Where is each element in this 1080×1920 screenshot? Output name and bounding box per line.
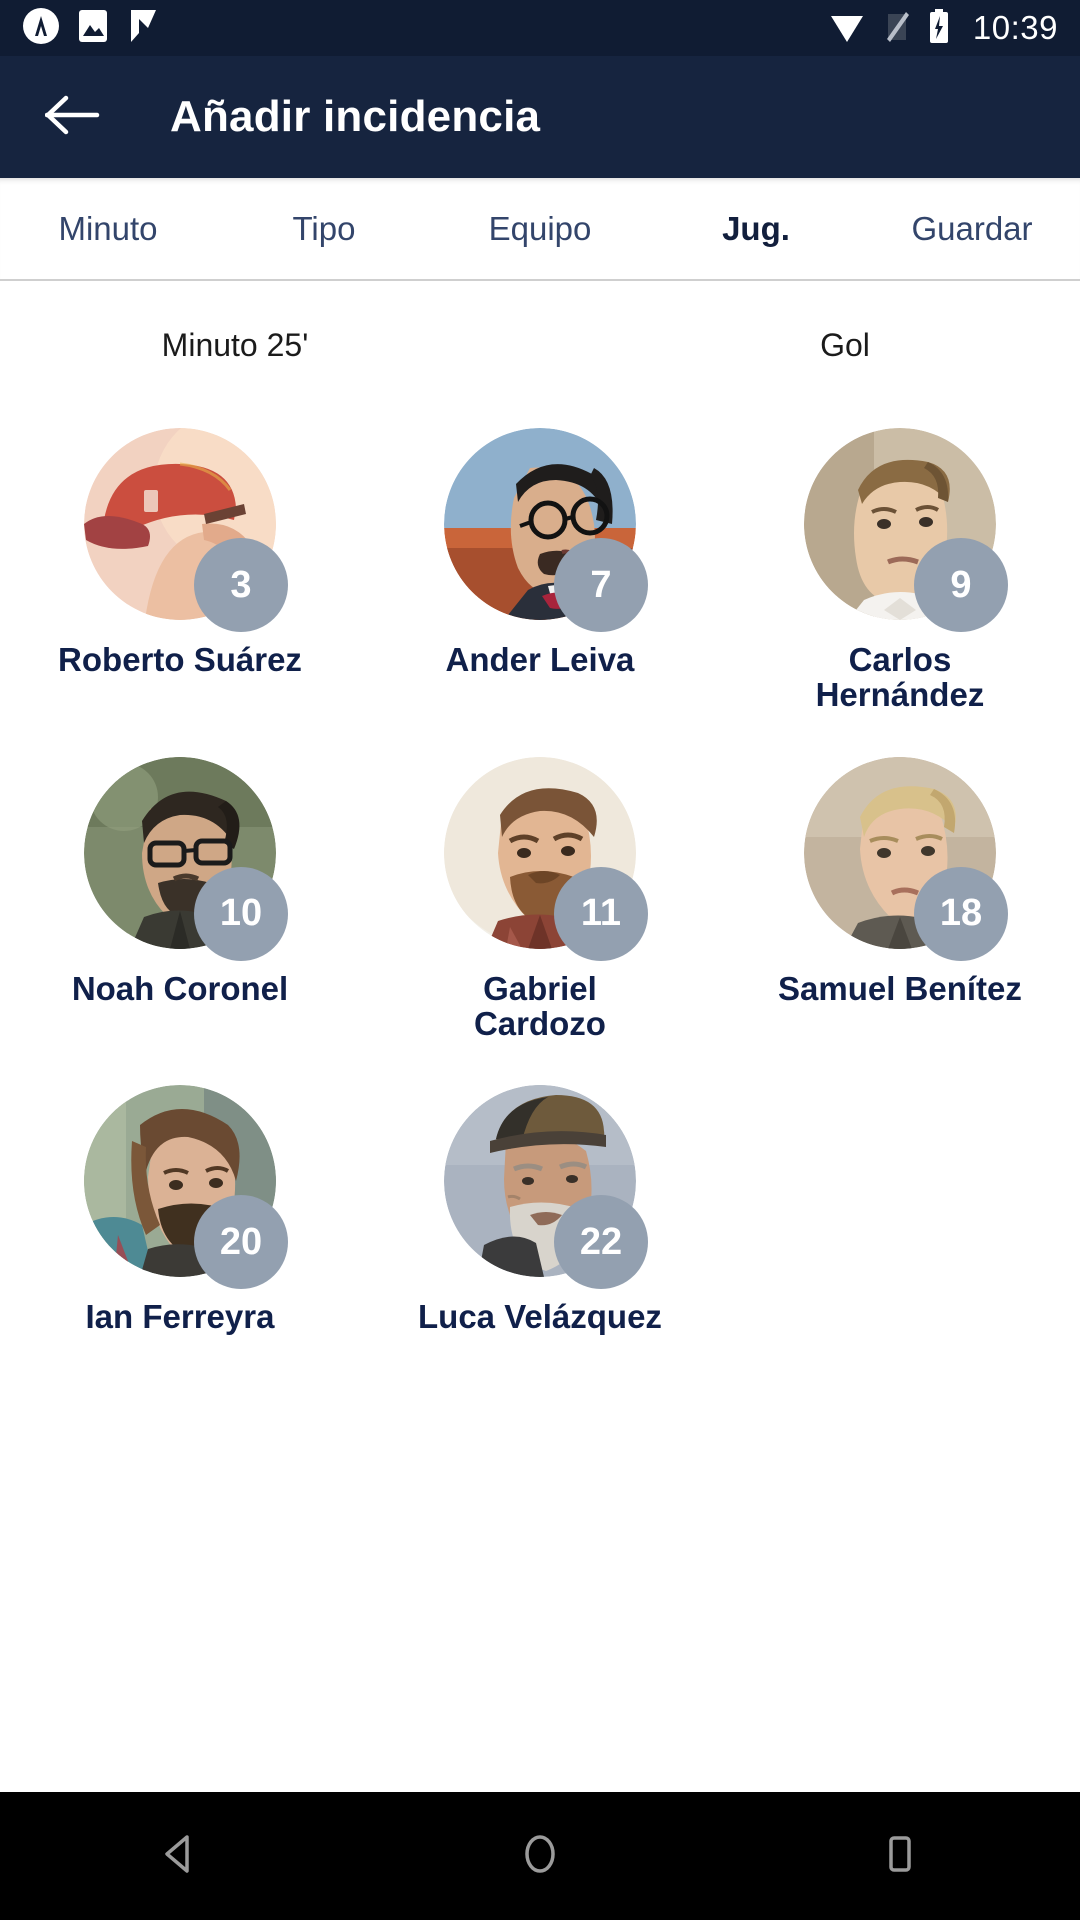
incident-summary: Minuto 25' Gol <box>0 281 1080 376</box>
app-badge-icon <box>22 7 60 50</box>
battery-charging-icon <box>927 7 951 50</box>
image-icon <box>76 7 110 50</box>
summary-type: Gol <box>820 327 870 363</box>
phone-screen: 10:39 Añadir incidencia Minuto Tipo Equi… <box>0 0 1080 1920</box>
status-bar-left-icons <box>22 7 160 50</box>
tab-minuto[interactable]: Minuto <box>0 192 216 266</box>
nav-back-button[interactable] <box>100 1806 260 1906</box>
nav-back-icon <box>157 1831 203 1882</box>
player-card[interactable]: 11 Gabriel Cardozo <box>360 713 720 1042</box>
player-name: Samuel Benítez <box>777 969 1022 1007</box>
player-name: Carlos Hernández <box>815 641 985 714</box>
tab-bar: Minuto Tipo Equipo Jug. Guardar <box>0 178 1080 281</box>
summary-minute: Minuto 25' <box>161 327 309 363</box>
player-number-badge: 18 <box>913 866 1008 961</box>
player-name: Noah Coronel <box>71 969 289 1007</box>
nav-home-icon <box>517 1831 563 1882</box>
avatar-wrapper: 20 <box>83 1085 288 1290</box>
avatar-wrapper: 10 <box>83 756 288 961</box>
player-number-badge: 10 <box>193 866 288 961</box>
status-bar: 10:39 <box>0 0 1080 56</box>
avatar-wrapper: 9 <box>803 428 1008 632</box>
player-number-badge: 20 <box>193 1195 288 1290</box>
player-number-badge: 7 <box>553 538 648 632</box>
player-number-badge: 22 <box>553 1195 648 1290</box>
player-card[interactable]: 18 Samuel Benítez <box>720 713 1080 1042</box>
player-number-badge: 3 <box>193 538 288 632</box>
player-name: Luca Velázquez <box>418 1298 662 1336</box>
nav-home-button[interactable] <box>460 1806 620 1906</box>
player-grid: 3 Roberto Suárez 7 Ander Leiva 9 Carlos … <box>0 376 1080 1334</box>
player-name: Roberto Suárez <box>58 641 302 678</box>
avatar-wrapper: 18 <box>803 756 1008 961</box>
player-card[interactable]: 3 Roberto Suárez <box>0 384 360 713</box>
signal-off-icon <box>883 8 911 49</box>
player-number-badge: 9 <box>913 538 1008 632</box>
nav-recents-button[interactable] <box>820 1806 980 1906</box>
back-button[interactable] <box>36 80 110 154</box>
player-name: Gabriel Cardozo <box>473 969 606 1042</box>
player-name: Ian Ferreyra <box>85 1298 275 1336</box>
checkmark-flag-icon <box>126 7 160 50</box>
avatar-wrapper: 22 <box>443 1085 648 1290</box>
system-navigation-bar <box>0 1792 1080 1920</box>
tab-tipo[interactable]: Tipo <box>216 192 432 266</box>
player-card[interactable]: 22 Luca Velázquez <box>360 1041 720 1334</box>
player-card[interactable]: 10 Noah Coronel <box>0 713 360 1042</box>
tab-guardar[interactable]: Guardar <box>864 192 1080 266</box>
status-bar-clock: 10:39 <box>972 9 1058 46</box>
tab-jugador[interactable]: Jug. <box>648 192 864 266</box>
avatar-wrapper: 3 <box>83 428 288 632</box>
avatar-wrapper: 11 <box>443 756 648 961</box>
app-bar: Añadir incidencia <box>0 56 1080 178</box>
player-card[interactable]: 7 Ander Leiva <box>360 384 720 713</box>
tab-equipo[interactable]: Equipo <box>432 192 648 266</box>
arrow-left-icon <box>44 92 101 143</box>
player-card[interactable]: 9 Carlos Hernández <box>720 384 1080 713</box>
player-card[interactable]: 20 Ian Ferreyra <box>0 1041 360 1334</box>
player-selection-panel: Minuto 25' Gol 3 Roberto Suárez 7 Ander … <box>0 281 1080 1792</box>
player-name: Ander Leiva <box>445 641 635 678</box>
nav-recents-icon <box>877 1831 923 1882</box>
wifi-icon <box>827 8 867 49</box>
avatar-wrapper: 7 <box>443 428 648 632</box>
status-bar-right-icons: 10:39 <box>827 7 1058 50</box>
page-title: Añadir incidencia <box>170 92 541 141</box>
player-number-badge: 11 <box>553 866 648 961</box>
